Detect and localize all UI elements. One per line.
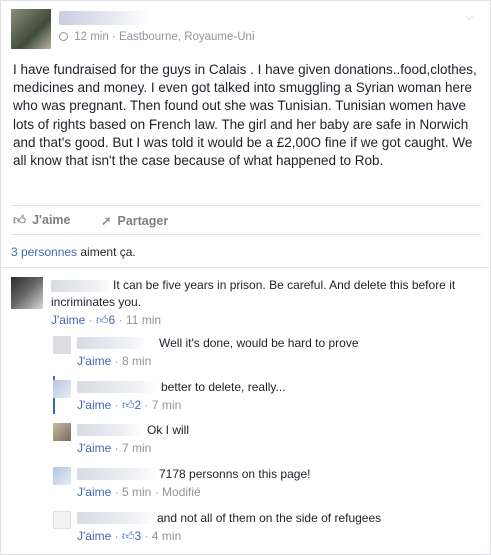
post-body: I have fundraised for the guys in Calais… [13, 62, 477, 169]
meta-separator: · [154, 485, 159, 499]
comment-avatar[interactable] [53, 467, 71, 485]
meta-separator: · [144, 398, 149, 412]
author-avatar[interactable] [11, 9, 51, 49]
meta-separator: · [111, 31, 116, 43]
meta-separator: · [114, 441, 119, 455]
reply: better to delete, really... J'aime · 👍︎2… [53, 378, 483, 416]
action-bar: 👍︎ J'aime ➚ Partager [11, 205, 481, 235]
comment-avatar[interactable] [53, 423, 71, 441]
edited-label[interactable]: Modifié [162, 485, 201, 499]
meta-separator: · [114, 485, 119, 499]
comment-author-redacted[interactable] [77, 512, 155, 524]
comment-text: It can be five years in prison. Be caref… [51, 278, 456, 309]
comment-avatar[interactable] [53, 380, 71, 398]
reply: Well it's done, would be hard to prove J… [53, 334, 483, 372]
comment-avatar[interactable] [53, 336, 71, 354]
comment-time[interactable]: 5 min [122, 485, 151, 499]
comment-avatar[interactable] [11, 277, 43, 309]
chevron-down-icon[interactable]: ⌵ [465, 11, 477, 23]
comment-like-link[interactable]: J'aime [77, 398, 111, 412]
likes-summary: 3 personnes aiment ça. [11, 245, 136, 259]
share-button[interactable]: ➚ Partager [101, 213, 168, 228]
comment-like-count[interactable]: 6 [109, 313, 116, 327]
comment-avatar[interactable] [53, 511, 71, 529]
thumbs-up-icon: 👍︎ [13, 213, 27, 227]
comment-meta: J'aime · 👍︎3 · 4 min [77, 529, 181, 544]
post-location[interactable]: Eastbourne, Royaume-Uni [119, 31, 255, 43]
comment-like-link[interactable]: J'aime [77, 529, 111, 543]
comment-meta: J'aime · 8 min [77, 354, 151, 368]
post-time[interactable]: 12 min [74, 31, 109, 43]
comment-time[interactable]: 7 min [122, 441, 151, 455]
comment-like-link[interactable]: J'aime [77, 485, 111, 499]
comment-author-redacted[interactable] [77, 337, 147, 349]
like-button[interactable]: 👍︎ J'aime [13, 213, 71, 228]
comment-meta: J'aime · 7 min [77, 441, 151, 455]
comment-text: 7178 personns on this page! [159, 467, 311, 481]
reply: 7178 personns on this page! J'aime · 5 m… [53, 465, 483, 503]
share-arrow-icon: ➚ [101, 214, 112, 228]
likes-suffix: aiment ça. [77, 245, 136, 259]
comment-time[interactable]: 8 min [122, 354, 151, 368]
comment-text: better to delete, really... [161, 380, 286, 394]
comment-author-redacted[interactable] [77, 424, 143, 436]
meta-separator: · [114, 398, 119, 412]
comment-like-link[interactable]: J'aime [77, 354, 111, 368]
comment-like-count[interactable]: 3 [135, 529, 142, 543]
meta-separator: · [114, 529, 119, 543]
like-label: J'aime [32, 213, 71, 227]
meta-separator: · [114, 354, 119, 368]
comment-meta: J'aime · 👍︎2 · 7 min [77, 398, 181, 413]
comment-like-count[interactable]: 2 [135, 398, 142, 412]
thumbs-up-icon: 👍︎ [96, 313, 109, 327]
reply: Ok I will J'aime · 7 min [53, 421, 483, 459]
comment-author-redacted[interactable] [77, 381, 159, 393]
post-header: 12 min · Eastbourne, Royaume-Uni ⌵ [11, 9, 481, 49]
likers-link[interactable]: 3 personnes [11, 245, 77, 259]
comment-time[interactable]: 4 min [152, 529, 181, 543]
comment-text: Ok I will [147, 423, 189, 437]
author-name-redacted[interactable] [59, 11, 149, 25]
comment-like-link[interactable]: J'aime [77, 441, 111, 455]
thumbs-up-icon: 👍︎ [122, 398, 135, 412]
comment: It can be five years in prison. Be caref… [11, 277, 481, 329]
comment-author-redacted[interactable] [77, 468, 157, 480]
comment-time[interactable]: 11 min [126, 313, 161, 327]
post-meta: 12 min · Eastbourne, Royaume-Uni [59, 31, 255, 43]
divider [1, 267, 491, 268]
clock-icon [59, 32, 68, 41]
reply: and not all of them on the side of refug… [53, 509, 483, 547]
comment-meta: J'aime · 5 min · Modifié [77, 485, 201, 499]
meta-separator: · [88, 313, 93, 327]
comment-text: Well it's done, would be hard to prove [159, 336, 359, 350]
thumbs-up-icon: 👍︎ [122, 529, 135, 543]
meta-separator: · [118, 313, 123, 327]
post-card: 12 min · Eastbourne, Royaume-Uni ⌵ I hav… [0, 0, 491, 555]
share-label: Partager [117, 214, 169, 228]
comment-like-link[interactable]: J'aime [51, 313, 85, 327]
comment-time[interactable]: 7 min [152, 398, 181, 412]
meta-separator: · [144, 529, 149, 543]
comment-text: and not all of them on the side of refug… [157, 511, 382, 525]
comment-meta: J'aime · 👍︎6 · 11 min [51, 313, 161, 328]
